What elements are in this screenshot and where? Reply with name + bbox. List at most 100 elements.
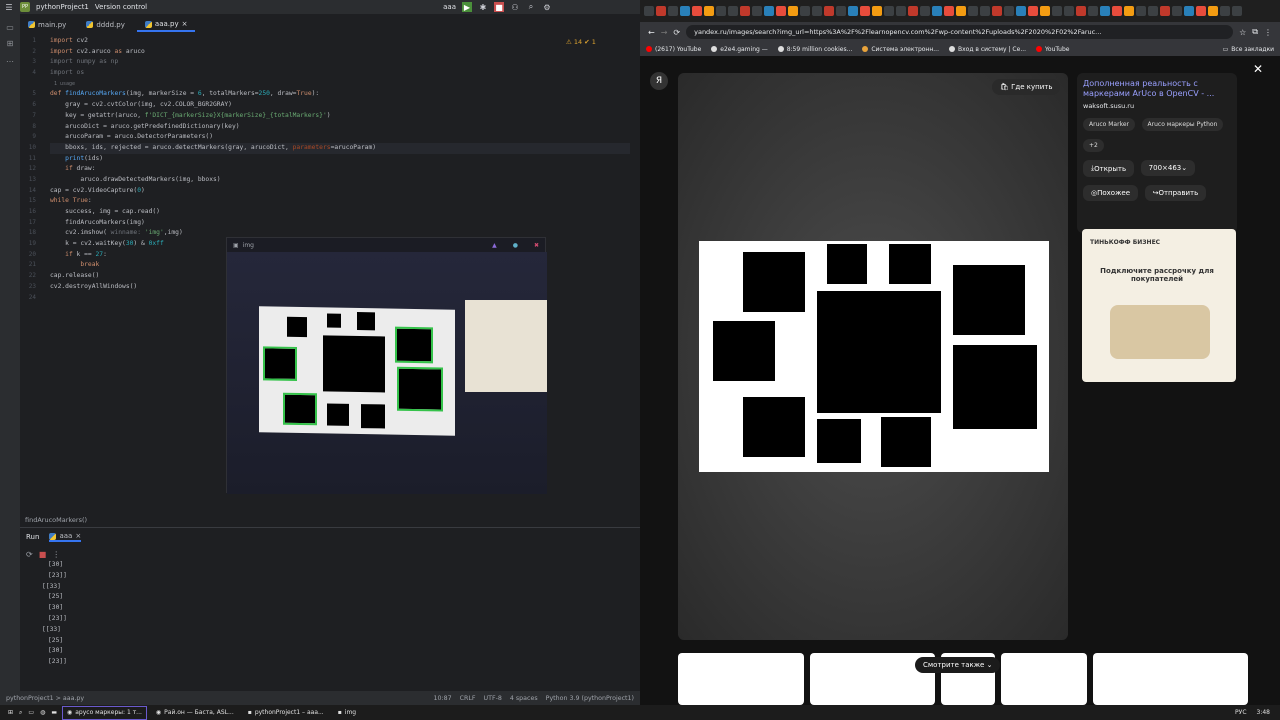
browser-tab[interactable] [1172,6,1182,16]
tab-dddd-py[interactable]: dddd.py [78,18,133,32]
browser-tab[interactable] [788,6,798,16]
thumbnail[interactable] [1000,653,1087,705]
structure-icon[interactable]: ⊞ [5,38,15,48]
browser-tab[interactable] [1112,6,1122,16]
project-name[interactable]: pythonProject1 [36,3,89,11]
browser-tab[interactable] [728,6,738,16]
browser-tab[interactable] [1100,6,1110,16]
task-view-icon[interactable]: ▭ [28,709,34,716]
search-icon[interactable]: ⌕ [19,709,22,717]
taskbar-item-browser[interactable]: ◉ арусо маркеры: 1 т... [62,705,147,720]
more-options-icon[interactable]: ⋮ [52,550,60,559]
usage-hint[interactable]: 1 usage [50,79,630,90]
open-button[interactable]: ⤓ Открыть [1083,160,1135,177]
taskbar-item-pycharm[interactable]: ▪ pythonProject1 – aaa... [244,707,328,719]
size-dropdown[interactable]: 700×463 ⌄ [1140,160,1196,176]
browser-tab[interactable] [836,6,846,16]
maximize-icon[interactable]: ● [513,242,518,249]
taskbar-item-img[interactable]: ▪ img [334,707,360,719]
browser-tab[interactable] [932,6,942,16]
browser-tab[interactable] [752,6,762,16]
bookmark-item[interactable]: e2e4.gaming — [711,46,768,53]
see-also-button[interactable]: Смотрите также ⌄ [915,657,1001,673]
browser-tab[interactable] [1088,6,1098,16]
browser-tab[interactable] [980,6,990,16]
reload-icon[interactable]: ⟳ [673,28,680,37]
browser-tab[interactable] [1220,6,1230,16]
bookmark-item[interactable]: (2617) YouTube [646,46,701,53]
search-icon[interactable]: ⌕ [526,2,536,12]
browser-tab[interactable] [716,6,726,16]
source-site[interactable]: waksoft.susu.ru [1083,102,1231,110]
browser-tab[interactable] [692,6,702,16]
browser-tab[interactable] [764,6,774,16]
tag-chip[interactable]: Aruco маркеры Python [1141,118,1224,131]
yandex-logo-icon[interactable]: Я [650,72,668,90]
add-user-icon[interactable]: ⚇ [510,2,520,12]
console-output[interactable]: [30] [23]] [[33] [25] [30] [23]] [[33] [… [42,560,67,668]
browser-tab[interactable] [920,6,930,16]
browser-tab[interactable] [848,6,858,16]
browser-tab[interactable] [704,6,714,16]
browser-tab[interactable] [1040,6,1050,16]
browser-tab[interactable] [1064,6,1074,16]
bookmark-star-icon[interactable]: ☆ [1239,28,1246,37]
project-folder-icon[interactable]: ▭ [5,22,15,32]
close-tab-icon[interactable]: × [182,20,188,28]
breadcrumb[interactable]: findArucoMarkers() [25,516,87,524]
browser-tab[interactable] [968,6,978,16]
back-icon[interactable]: ← [648,28,655,37]
bookmark-item[interactable]: Вход в систему | Се... [949,46,1026,53]
browser-tab[interactable] [1232,6,1242,16]
browser-tab[interactable] [1004,6,1014,16]
status-line-sep[interactable]: CRLF [460,695,476,702]
bookmark-item[interactable]: YouTube [1036,46,1069,53]
browser-tab[interactable] [668,6,678,16]
language-indicator[interactable]: РУС [1235,709,1246,716]
browser-tab[interactable] [872,6,882,16]
minimize-icon[interactable]: ▲ [492,242,497,249]
status-caret[interactable]: 10:87 [433,695,451,702]
share-button[interactable]: ↪ Отправить [1144,185,1207,201]
browser-tab[interactable] [860,6,870,16]
start-icon[interactable]: ⊞ [8,709,13,716]
browser-tab[interactable] [884,6,894,16]
settings-icon[interactable]: ⚙ [542,2,552,12]
tag-chip-more[interactable]: +2 [1083,139,1104,152]
browser-tab[interactable] [908,6,918,16]
run-config-selector[interactable]: aaa [443,3,456,11]
browser-tab[interactable] [1208,6,1218,16]
tag-chip[interactable]: Aruco Marker [1083,118,1135,131]
stop-run-icon[interactable]: ■ [39,550,47,559]
where-to-buy-button[interactable]: 🛍 Где купить [992,79,1061,95]
status-path[interactable]: pythonProject1 > aaa.py [6,695,84,702]
version-control-menu[interactable]: Version control [95,3,147,11]
run-tab[interactable]: aaa × [49,532,82,542]
browser-tab[interactable] [680,6,690,16]
close-tab-icon[interactable]: × [75,532,81,540]
status-encoding[interactable]: UTF-8 [484,695,502,702]
browser-menu-icon[interactable]: ⋮ [1264,28,1272,37]
browser-tab[interactable] [992,6,1002,16]
close-icon[interactable]: ✖ [534,242,539,249]
browser-tab[interactable] [1148,6,1158,16]
browser-tab[interactable] [740,6,750,16]
thumbnail[interactable] [1092,653,1249,705]
browser-tab[interactable] [824,6,834,16]
browser-tab[interactable] [1052,6,1062,16]
tinkoff-ad-banner[interactable]: ТИНЬКОФФ БИЗНЕС Подключите рассрочку для… [1082,229,1236,382]
run-icon[interactable]: ▶ [462,2,472,12]
rerun-icon[interactable]: ⟳ [26,550,33,559]
browser-tab[interactable] [1076,6,1086,16]
browser-tab[interactable] [896,6,906,16]
opencv-img-window[interactable]: ▣ img ▲ ● ✖ [226,237,547,494]
browser-tab[interactable] [1184,6,1194,16]
status-interpreter[interactable]: Python 3.9 (pythonProject1) [546,695,634,702]
extensions-icon[interactable]: ⧉ [1252,27,1258,37]
browser-tab[interactable] [1196,6,1206,16]
browser-tab[interactable] [800,6,810,16]
address-bar[interactable]: yandex.ru/images/search?img_url=https%3A… [686,25,1234,39]
close-viewer-icon[interactable]: ✕ [1253,62,1263,76]
bookmark-item[interactable]: 8:59 million cookies... [777,46,852,53]
clock[interactable]: 3:48 [1257,709,1270,716]
